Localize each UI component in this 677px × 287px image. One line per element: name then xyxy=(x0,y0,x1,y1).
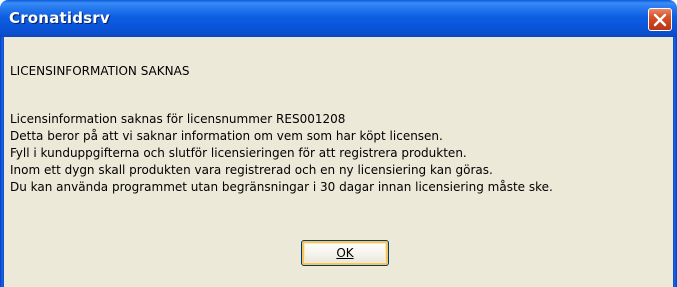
title-bar[interactable]: Cronatidsrv xyxy=(0,0,677,37)
window-title: Cronatidsrv xyxy=(9,9,110,27)
message-line: Inom ett dygn skall produkten vara regis… xyxy=(10,163,493,177)
close-button[interactable] xyxy=(648,8,672,31)
close-x-icon xyxy=(653,13,667,27)
message-line: Du kan använda programmet utan begränsni… xyxy=(10,180,553,194)
ok-button-label: OK xyxy=(336,246,354,260)
message-line: Detta beror på att vi saknar information… xyxy=(10,129,443,143)
dialog-body: LICENSINFORMATION SAKNAS Licensinformati… xyxy=(4,37,673,287)
ok-button[interactable]: OK xyxy=(301,240,389,266)
message-dialog: Cronatidsrv LICENSINFORMATION SAKNAS Lic… xyxy=(0,0,677,287)
message-line: Licensinformation saknas för licensnumme… xyxy=(10,112,346,126)
window-frame-right xyxy=(673,37,677,287)
message-text: Licensinformation saknas för licensnumme… xyxy=(10,111,553,196)
message-line: Fyll i kunduppgifterna och slutför licen… xyxy=(10,146,467,160)
message-heading: LICENSINFORMATION SAKNAS xyxy=(10,64,190,78)
